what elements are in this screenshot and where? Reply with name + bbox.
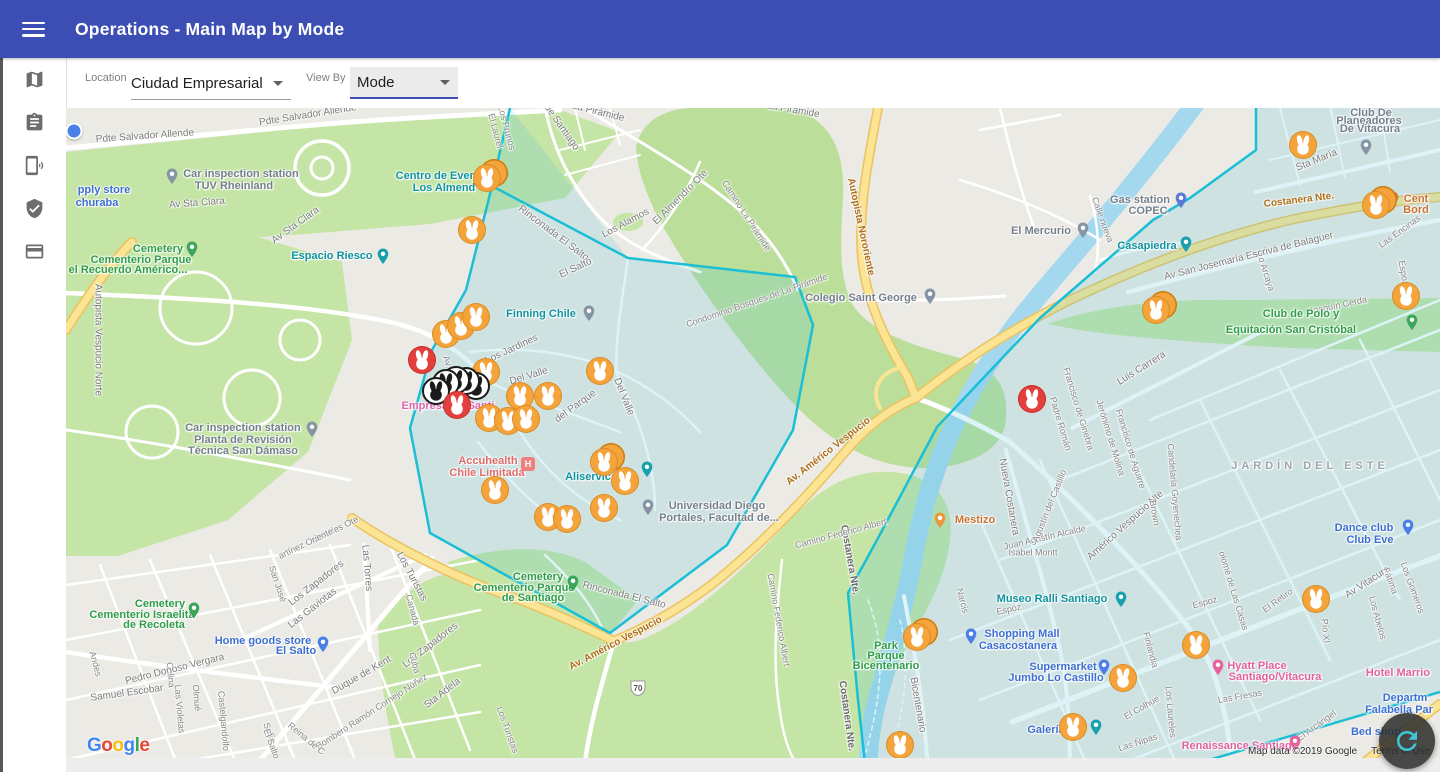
location-select[interactable]: Ciudad Empresarial <box>131 68 291 100</box>
refresh-icon <box>1392 726 1422 756</box>
map-marker-rabbit-orange[interactable] <box>534 382 562 410</box>
payment-card-icon <box>24 241 45 262</box>
filter-toolbar: Location Ciudad Empresarial View By Mode <box>66 58 1440 108</box>
view-by-label: View By <box>306 72 346 84</box>
map-marker-rabbit-orange[interactable] <box>1142 296 1170 324</box>
view-by-select[interactable]: Mode <box>350 67 458 99</box>
hamburger-menu-icon[interactable] <box>22 22 45 37</box>
map-marker-rabbit-orange[interactable] <box>462 303 490 331</box>
sidebar-item-phone-ring[interactable] <box>3 144 66 187</box>
refresh-button[interactable] <box>1379 713 1435 769</box>
map-marker-rabbit-orange[interactable] <box>473 164 501 192</box>
map-viewport[interactable]: 70 Pdte Salvador AllendePdte Salvador Al… <box>66 108 1440 758</box>
assignment-icon <box>24 112 45 133</box>
sidebar-item-verified-shield[interactable] <box>3 187 66 230</box>
map-data-credit: Map data ©2019 Google <box>1248 746 1357 757</box>
map-marker-rabbit-orange[interactable] <box>590 494 618 522</box>
view-by-value: Mode <box>357 74 395 91</box>
chevron-down-icon <box>440 80 450 85</box>
map-marker-rabbit-orange[interactable] <box>886 731 914 758</box>
map-marker-rabbit-orange[interactable] <box>586 357 614 385</box>
map-canvas[interactable]: 70 <box>66 108 1440 758</box>
location-label: Location <box>85 72 127 84</box>
map-marker-rabbit-red[interactable] <box>443 391 471 419</box>
map-marker-rabbit-red[interactable] <box>408 346 436 374</box>
sidebar-item-map[interactable] <box>3 58 66 101</box>
map-marker-rabbit-orange[interactable] <box>1302 585 1330 613</box>
map-marker-rabbit-orange[interactable] <box>1059 713 1087 741</box>
sidebar-item-assignment[interactable] <box>3 101 66 144</box>
chevron-down-icon <box>273 81 283 86</box>
left-edge-strip <box>0 58 3 772</box>
map-marker-rabbit-orange[interactable] <box>1289 131 1317 159</box>
map-marker-rabbit-orange[interactable] <box>1182 631 1210 659</box>
sidebar-nav <box>3 58 66 772</box>
app-window: { "header": { "title": "Operations - Mai… <box>0 0 1440 772</box>
svg-text:70: 70 <box>634 684 643 693</box>
map-marker-rabbit-orange[interactable] <box>481 476 509 504</box>
map-marker-rabbit-orange[interactable] <box>1392 282 1420 310</box>
map-marker-rabbit-orange[interactable] <box>611 467 639 495</box>
map-marker-rabbit-red[interactable] <box>1018 385 1046 413</box>
google-logo[interactable]: Google <box>87 735 149 757</box>
route-70-shield: 70 <box>631 681 645 696</box>
page-title: Operations - Main Map by Mode <box>75 19 344 40</box>
map-marker-rabbit-orange[interactable] <box>512 405 540 433</box>
phone-ring-icon <box>24 155 45 176</box>
map-marker-rabbit-orange[interactable] <box>903 623 931 651</box>
app-header: Operations - Main Map by Mode <box>0 0 1440 58</box>
map-icon <box>24 69 45 90</box>
map-marker-rabbit-orange[interactable] <box>458 216 486 244</box>
map-marker-rabbit-orange[interactable] <box>553 505 581 533</box>
sidebar-item-payment-card[interactable] <box>3 230 66 273</box>
verified-shield-icon <box>24 198 45 219</box>
map-marker-rabbit-orange[interactable] <box>1362 191 1390 219</box>
location-value: Ciudad Empresarial <box>131 75 263 92</box>
page-bottom-strip <box>0 758 1440 772</box>
map-marker-rabbit-orange[interactable] <box>1109 664 1137 692</box>
